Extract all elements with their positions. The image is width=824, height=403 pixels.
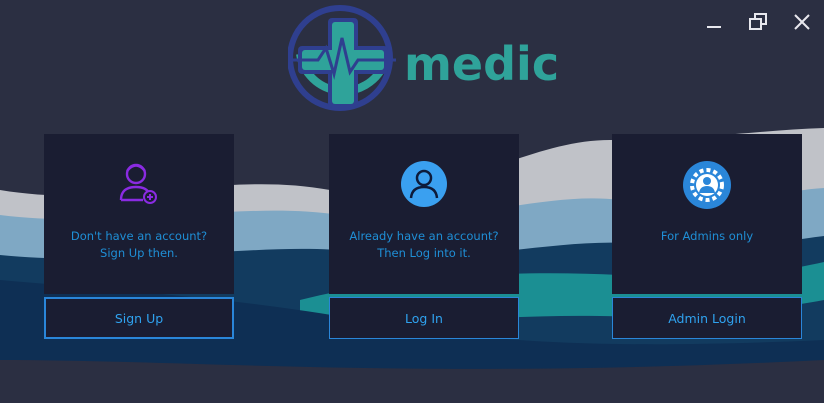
window-controls [700, 8, 816, 36]
logo-text: medic [404, 37, 559, 91]
maximize-button[interactable] [744, 8, 772, 36]
admin-gear-icon [683, 161, 731, 209]
user-circle-icon [401, 161, 447, 207]
login-card: Already have an account? Then Log into i… [329, 134, 519, 294]
user-add-icon [119, 163, 157, 204]
signup-card: Don't have an account? Sign Up then. [44, 134, 234, 294]
admin-card: For Admins only [612, 134, 802, 294]
signup-description: Don't have an account? Sign Up then. [70, 229, 208, 260]
sign-up-button[interactable]: Sign Up [44, 297, 234, 339]
log-in-button[interactable]: Log In [329, 297, 519, 339]
minimize-button[interactable] [700, 8, 728, 36]
medic-logo: medic [288, 5, 559, 111]
login-description: Already have an account? Then Log into i… [349, 229, 499, 260]
close-button[interactable] [788, 8, 816, 36]
restore-icon [749, 13, 767, 30]
admin-login-button[interactable]: Admin Login [612, 297, 802, 339]
admin-description: For Admins only [660, 229, 754, 243]
minimize-icon [707, 26, 721, 28]
close-icon [794, 14, 810, 30]
